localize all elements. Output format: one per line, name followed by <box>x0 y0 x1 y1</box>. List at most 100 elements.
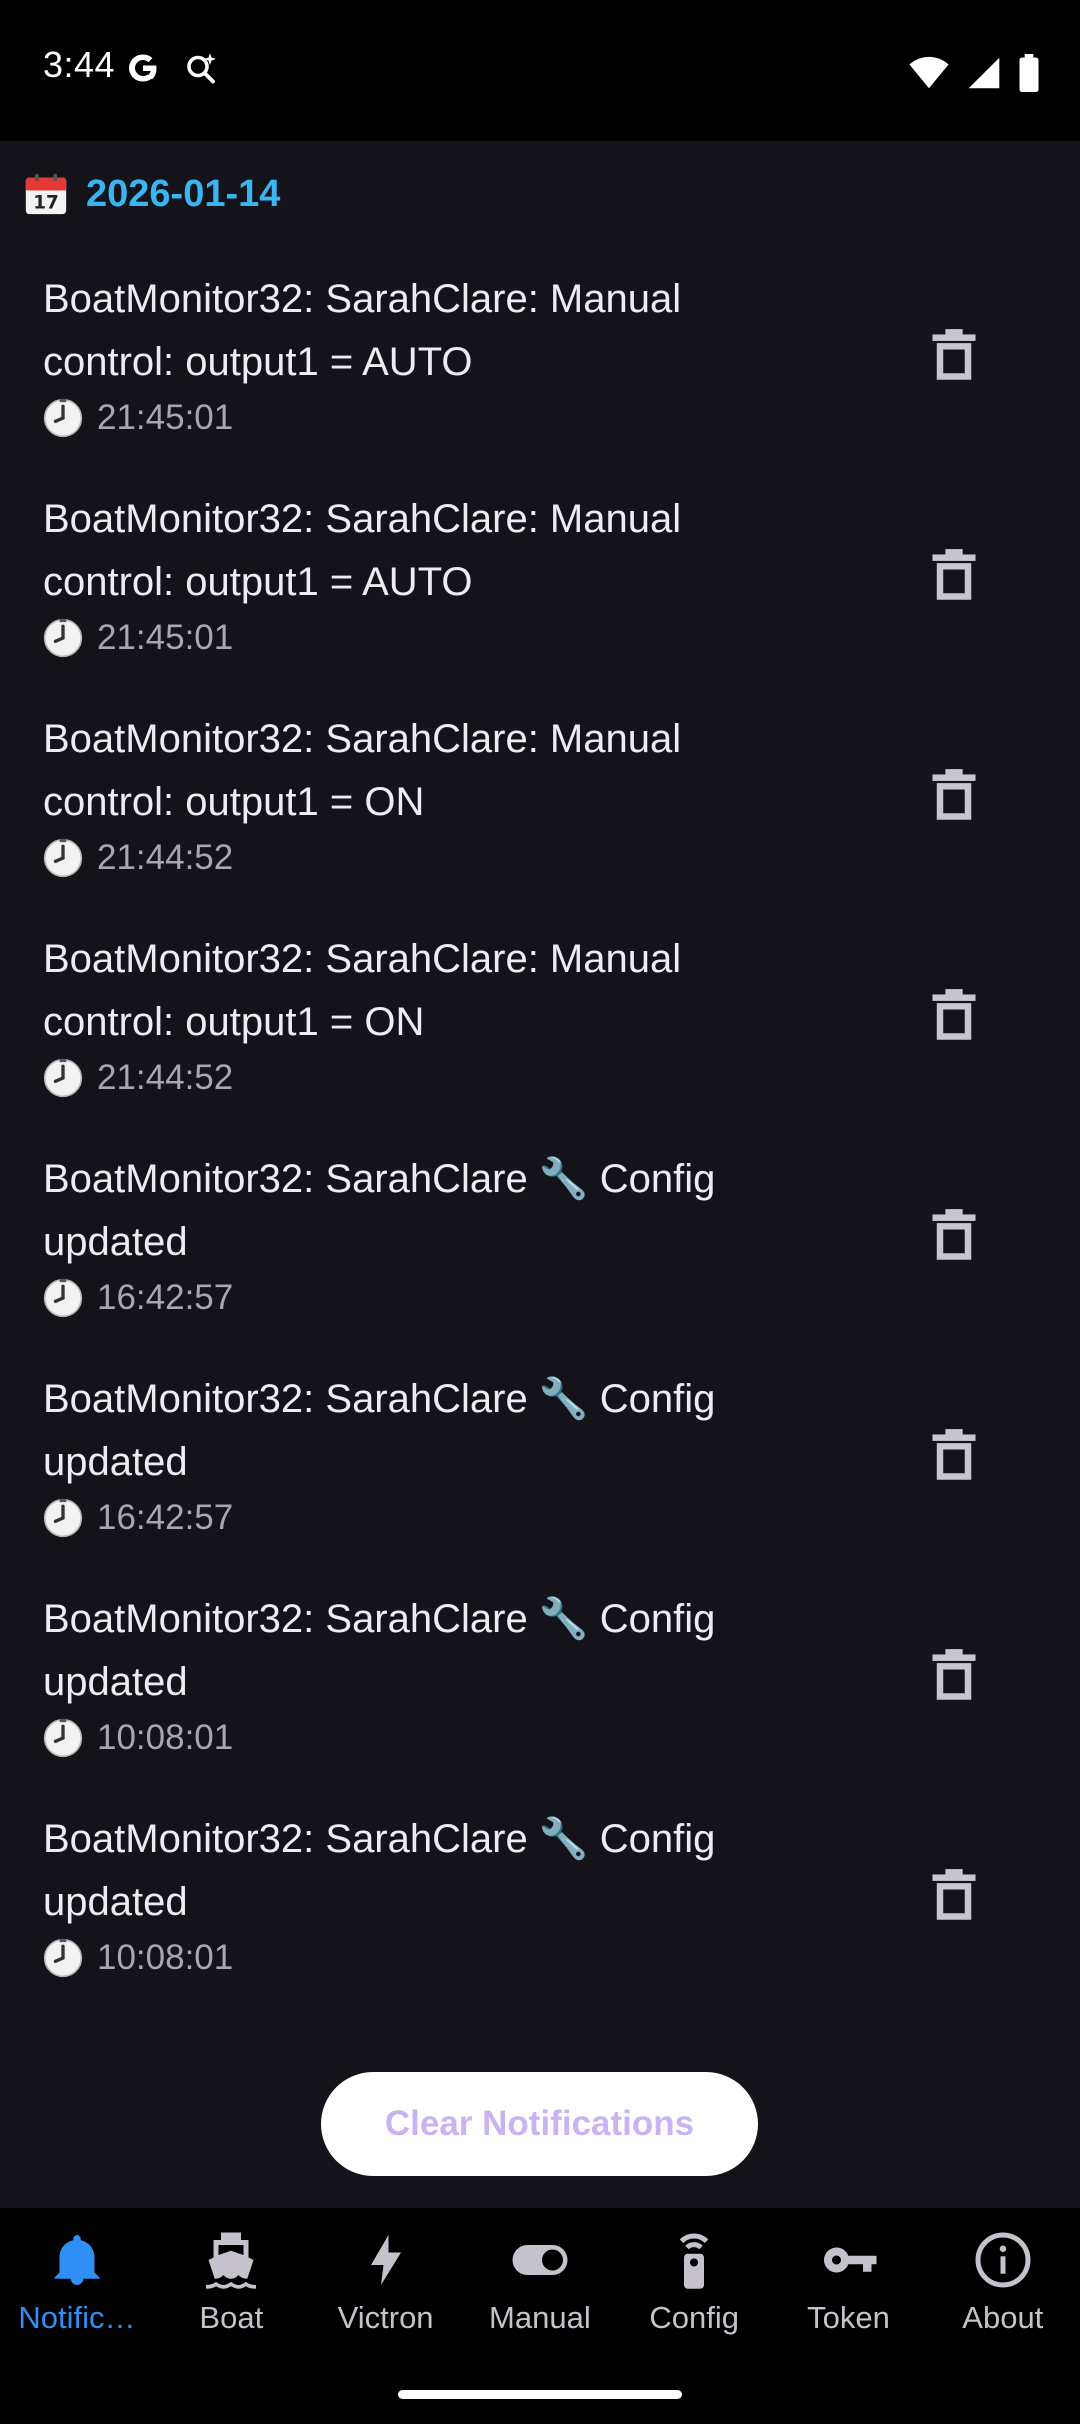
clock-icon <box>43 1718 83 1758</box>
nav-label: Manual <box>489 2300 591 2335</box>
nav-item-token[interactable]: Token <box>772 2230 926 2350</box>
notification-item: BoatMonitor32: SarahClare 🔧 Config update… <box>0 1350 1080 1570</box>
svg-text:17: 17 <box>33 193 59 214</box>
nav-label: Victron <box>337 2300 434 2335</box>
wifi-icon <box>909 56 949 89</box>
notification-item: BoatMonitor32: SarahClare: Manual control… <box>0 250 1080 470</box>
notification-message: BoatMonitor32: SarahClare: Manual control… <box>43 488 843 614</box>
notification-item: BoatMonitor32: SarahClare 🔧 Config update… <box>0 1570 1080 1790</box>
notification-time-value: 21:45:01 <box>97 618 234 657</box>
notification-line-1: BoatMonitor32: SarahClare 🔧 Config <box>43 1157 716 1201</box>
notification-line-1: BoatMonitor32: SarahClare 🔧 Config <box>43 1817 716 1861</box>
clock-icon <box>43 1498 83 1538</box>
notification-time-value: 21:44:52 <box>97 1058 234 1097</box>
notification-line-2: updated <box>43 1220 188 1264</box>
clock-icon <box>43 838 83 878</box>
notification-line-2: updated <box>43 1440 188 1484</box>
notification-time-value: 10:08:01 <box>97 1938 234 1977</box>
notification-item: BoatMonitor32: SarahClare: Manual control… <box>0 910 1080 1130</box>
calendar-icon: 17 <box>25 173 67 215</box>
notification-time-value: 10:08:01 <box>97 1718 234 1757</box>
notification-list[interactable]: BoatMonitor32: SarahClare: Manual control… <box>0 250 1080 2040</box>
notification-line-2: updated <box>43 1660 188 1704</box>
notification-line-2: control: output1 = ON <box>43 780 425 824</box>
delete-icon[interactable] <box>928 328 980 384</box>
notification-message: BoatMonitor32: SarahClare: Manual control… <box>43 268 843 394</box>
notification-line-1: BoatMonitor32: SarahClare 🔧 Config <box>43 1377 716 1421</box>
notification-item: BoatMonitor32: SarahClare: Manual control… <box>0 690 1080 910</box>
notification-message: BoatMonitor32: SarahClare 🔧 Config update… <box>43 1588 843 1714</box>
notification-line-2: updated <box>43 1880 188 1924</box>
notification-line-1: BoatMonitor32: SarahClare: Manual <box>43 717 682 761</box>
notification-message: BoatMonitor32: SarahClare: Manual control… <box>43 708 843 834</box>
notification-time: 21:45:01 <box>43 398 233 438</box>
notification-time: 21:44:52 <box>43 838 233 878</box>
clock-icon <box>43 398 83 438</box>
notification-time-value: 16:42:57 <box>97 1498 234 1537</box>
notification-time-value: 21:45:01 <box>97 398 234 437</box>
notification-line-1: BoatMonitor32: SarahClare: Manual <box>43 277 682 321</box>
date-label: 2026-01-14 <box>86 172 281 215</box>
nav-item-victron[interactable]: Victron <box>309 2230 463 2350</box>
delete-icon[interactable] <box>928 768 980 824</box>
nav-label: Config <box>649 2300 739 2335</box>
nav-label: Boat <box>199 2300 264 2335</box>
notification-message: BoatMonitor32: SarahClare 🔧 Config update… <box>43 1148 843 1274</box>
status-time: 3:44 <box>43 44 116 85</box>
toggle-icon <box>510 2230 570 2290</box>
bell-icon <box>47 2230 107 2290</box>
home-indicator[interactable] <box>398 2390 682 2399</box>
nav-item-boat[interactable]: Boat <box>154 2230 308 2350</box>
notification-time: 21:44:52 <box>43 1058 233 1098</box>
nav-label: About <box>962 2300 1044 2335</box>
signal-icon <box>968 57 1000 89</box>
nav-item-notific[interactable]: Notific… <box>0 2230 154 2350</box>
status-bar: 3:44 <box>0 0 1080 141</box>
notification-time-value: 21:44:52 <box>97 838 234 877</box>
notification-time-value: 16:42:57 <box>97 1278 234 1317</box>
delete-icon[interactable] <box>928 548 980 604</box>
clear-notifications-button[interactable]: Clear Notifications <box>321 2072 758 2176</box>
key-icon <box>819 2230 879 2290</box>
notification-line-1: BoatMonitor32: SarahClare: Manual <box>43 937 682 981</box>
google-icon <box>129 54 157 82</box>
nav-item-about[interactable]: About <box>926 2230 1080 2350</box>
info-icon <box>973 2230 1033 2290</box>
nav-item-manual[interactable]: Manual <box>463 2230 617 2350</box>
clock-icon <box>43 618 83 658</box>
delete-icon[interactable] <box>928 1868 980 1924</box>
boat-icon <box>201 2230 261 2290</box>
nav-label: Token <box>807 2300 890 2335</box>
notification-item: BoatMonitor32: SarahClare 🔧 Config update… <box>0 1130 1080 1350</box>
delete-icon[interactable] <box>928 1208 980 1264</box>
remote-icon <box>664 2230 724 2290</box>
notification-line-2: control: output1 = AUTO <box>43 560 473 604</box>
clock-icon <box>43 1938 83 1978</box>
status-icons <box>908 54 1040 92</box>
nav-item-config[interactable]: Config <box>617 2230 771 2350</box>
notification-item: BoatMonitor32: SarahClare 🔧 Config update… <box>0 1790 1080 2010</box>
date-header: 17 2026-01-14 <box>24 166 280 222</box>
clock-icon <box>43 1058 83 1098</box>
battery-icon <box>1019 54 1039 92</box>
notification-line-1: BoatMonitor32: SarahClare: Manual <box>43 497 682 541</box>
nav-label: Notific… <box>18 2300 136 2335</box>
notification-item: BoatMonitor32: SarahClare: Manual control… <box>0 470 1080 690</box>
notification-line-1: BoatMonitor32: SarahClare 🔧 Config <box>43 1597 716 1641</box>
delete-icon[interactable] <box>928 988 980 1044</box>
search-sparkle-icon <box>187 53 216 84</box>
delete-icon[interactable] <box>928 1648 980 1704</box>
notification-time: 16:42:57 <box>43 1498 233 1538</box>
delete-icon[interactable] <box>928 1428 980 1484</box>
notification-line-2: control: output1 = AUTO <box>43 340 473 384</box>
notification-message: BoatMonitor32: SarahClare 🔧 Config update… <box>43 1808 843 1934</box>
bolt-icon <box>356 2230 416 2290</box>
notification-time: 10:08:01 <box>43 1718 233 1758</box>
notification-time: 16:42:57 <box>43 1278 233 1318</box>
notification-time: 10:08:01 <box>43 1938 233 1978</box>
notification-message: BoatMonitor32: SarahClare 🔧 Config update… <box>43 1368 843 1494</box>
notification-message: BoatMonitor32: SarahClare: Manual control… <box>43 928 843 1054</box>
clock-icon <box>43 1278 83 1318</box>
notification-time: 21:45:01 <box>43 618 233 658</box>
notification-line-2: control: output1 = ON <box>43 1000 425 1044</box>
